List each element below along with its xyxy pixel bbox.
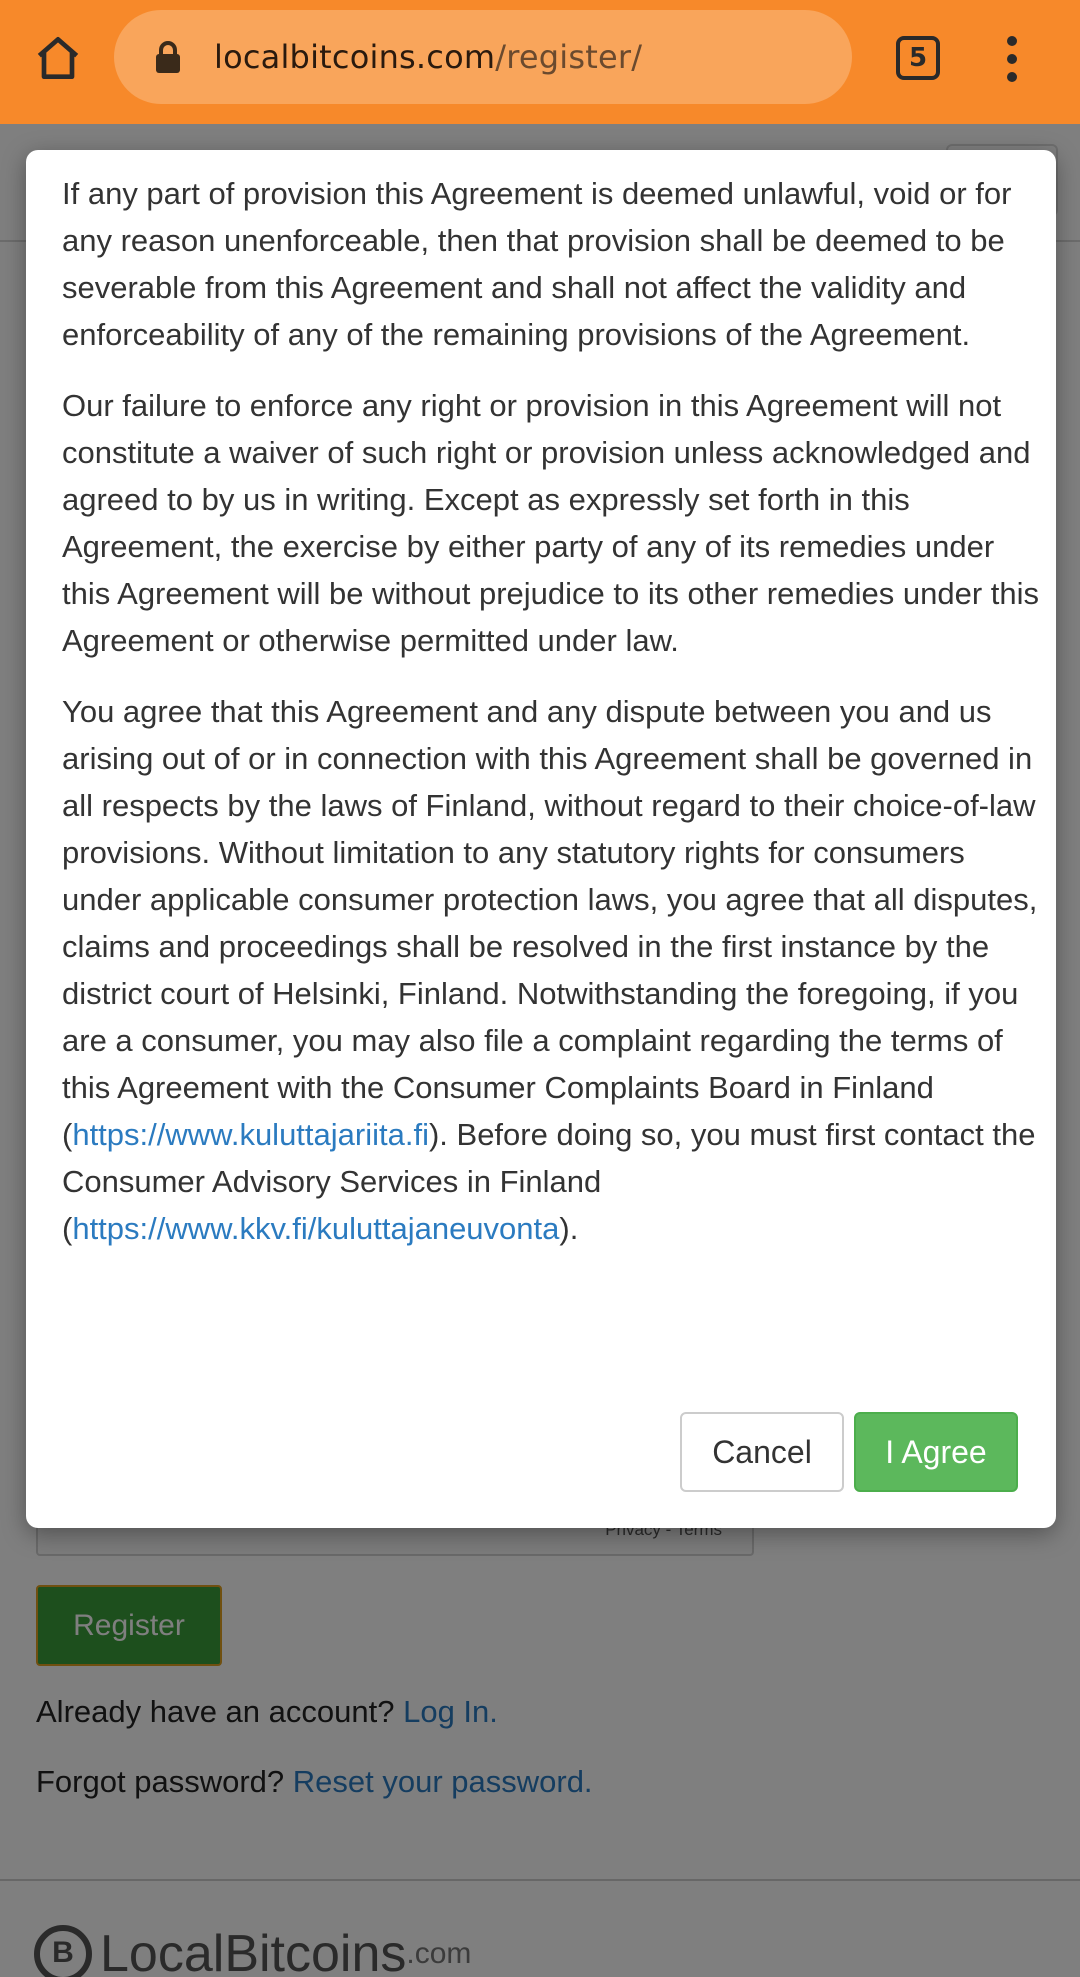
kkv-link[interactable]: https://www.kkv.fi/kuluttajaneuvonta [72,1211,559,1246]
terms-text-segment: ). [559,1211,579,1246]
url-path: /register/ [495,38,643,76]
terms-paragraph: If any part of provision this Agreement … [62,176,1012,352]
home-icon[interactable] [30,30,86,86]
address-bar[interactable]: localbitcoins.com/register/ [114,10,852,104]
terms-text: If any part of provision this Agreement … [62,170,1042,1276]
lock-icon [156,41,180,73]
cancel-button[interactable]: Cancel [680,1412,844,1492]
overflow-menu-icon[interactable] [1000,36,1024,82]
url-host: localbitcoins.com [214,38,496,76]
tab-switcher-button[interactable]: 5 [896,36,940,80]
browser-toolbar: localbitcoins.com/register/ 5 [0,0,1080,124]
agree-button[interactable]: I Agree [854,1412,1018,1492]
terms-paragraph: Our failure to enforce any right or prov… [62,388,1039,658]
kuluttajariita-link[interactable]: https://www.kuluttajariita.fi [72,1117,429,1152]
terms-paragraph: You agree that this Agreement and any di… [62,688,1042,1252]
terms-agreement-modal: If any part of provision this Agreement … [26,150,1056,1528]
terms-text-segment: You agree that this Agreement and any di… [62,694,1038,1152]
url-text[interactable]: localbitcoins.com/register/ [214,38,642,76]
